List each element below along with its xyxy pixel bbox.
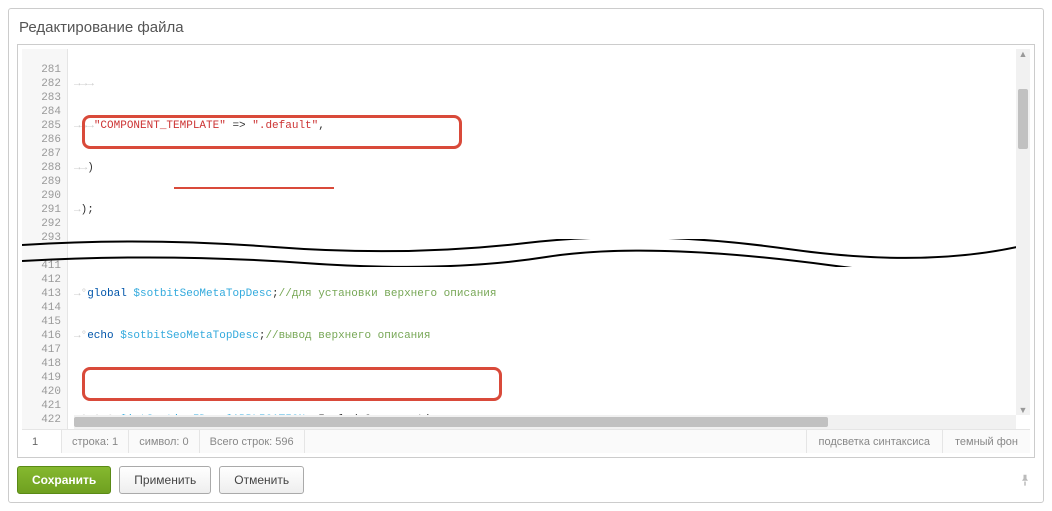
code-viewport[interactable]: 281 282 283 284 285 286 287 288 289 290 …	[22, 49, 1030, 429]
vertical-scrollbar[interactable]: ▲ ▼	[1016, 49, 1030, 415]
line-gutter: 281 282 283 284 285 286 287 288 289 290 …	[22, 49, 68, 429]
status-col-label: символ: 0	[129, 430, 199, 453]
dark-theme-toggle[interactable]: темный фон	[942, 430, 1030, 453]
save-button[interactable]: Сохранить	[17, 466, 111, 494]
page-title: Редактирование файла	[17, 15, 1035, 44]
pin-icon[interactable]	[1019, 474, 1035, 486]
status-line-number: 1	[22, 430, 62, 453]
status-bar: 1 строка: 1 символ: 0 Всего строк: 596 п…	[22, 429, 1030, 453]
code-editor[interactable]: 281 282 283 284 285 286 287 288 289 290 …	[17, 44, 1035, 458]
status-line-label: строка: 1	[62, 430, 129, 453]
footer-bar: Сохранить Применить Отменить	[17, 458, 1035, 494]
code-content[interactable]: →→→ →→→"COMPONENT_TEMPLATE" => ".default…	[74, 49, 1016, 415]
syntax-highlight-toggle[interactable]: подсветка синтаксиса	[806, 430, 942, 453]
cancel-button[interactable]: Отменить	[219, 466, 304, 494]
horizontal-scrollbar[interactable]	[74, 415, 1016, 429]
apply-button[interactable]: Применить	[119, 466, 211, 494]
status-total-label: Всего строк: 596	[200, 430, 305, 453]
editor-panel: Редактирование файла 281 282 283 284 285…	[8, 8, 1044, 503]
highlight-underline	[174, 187, 334, 189]
